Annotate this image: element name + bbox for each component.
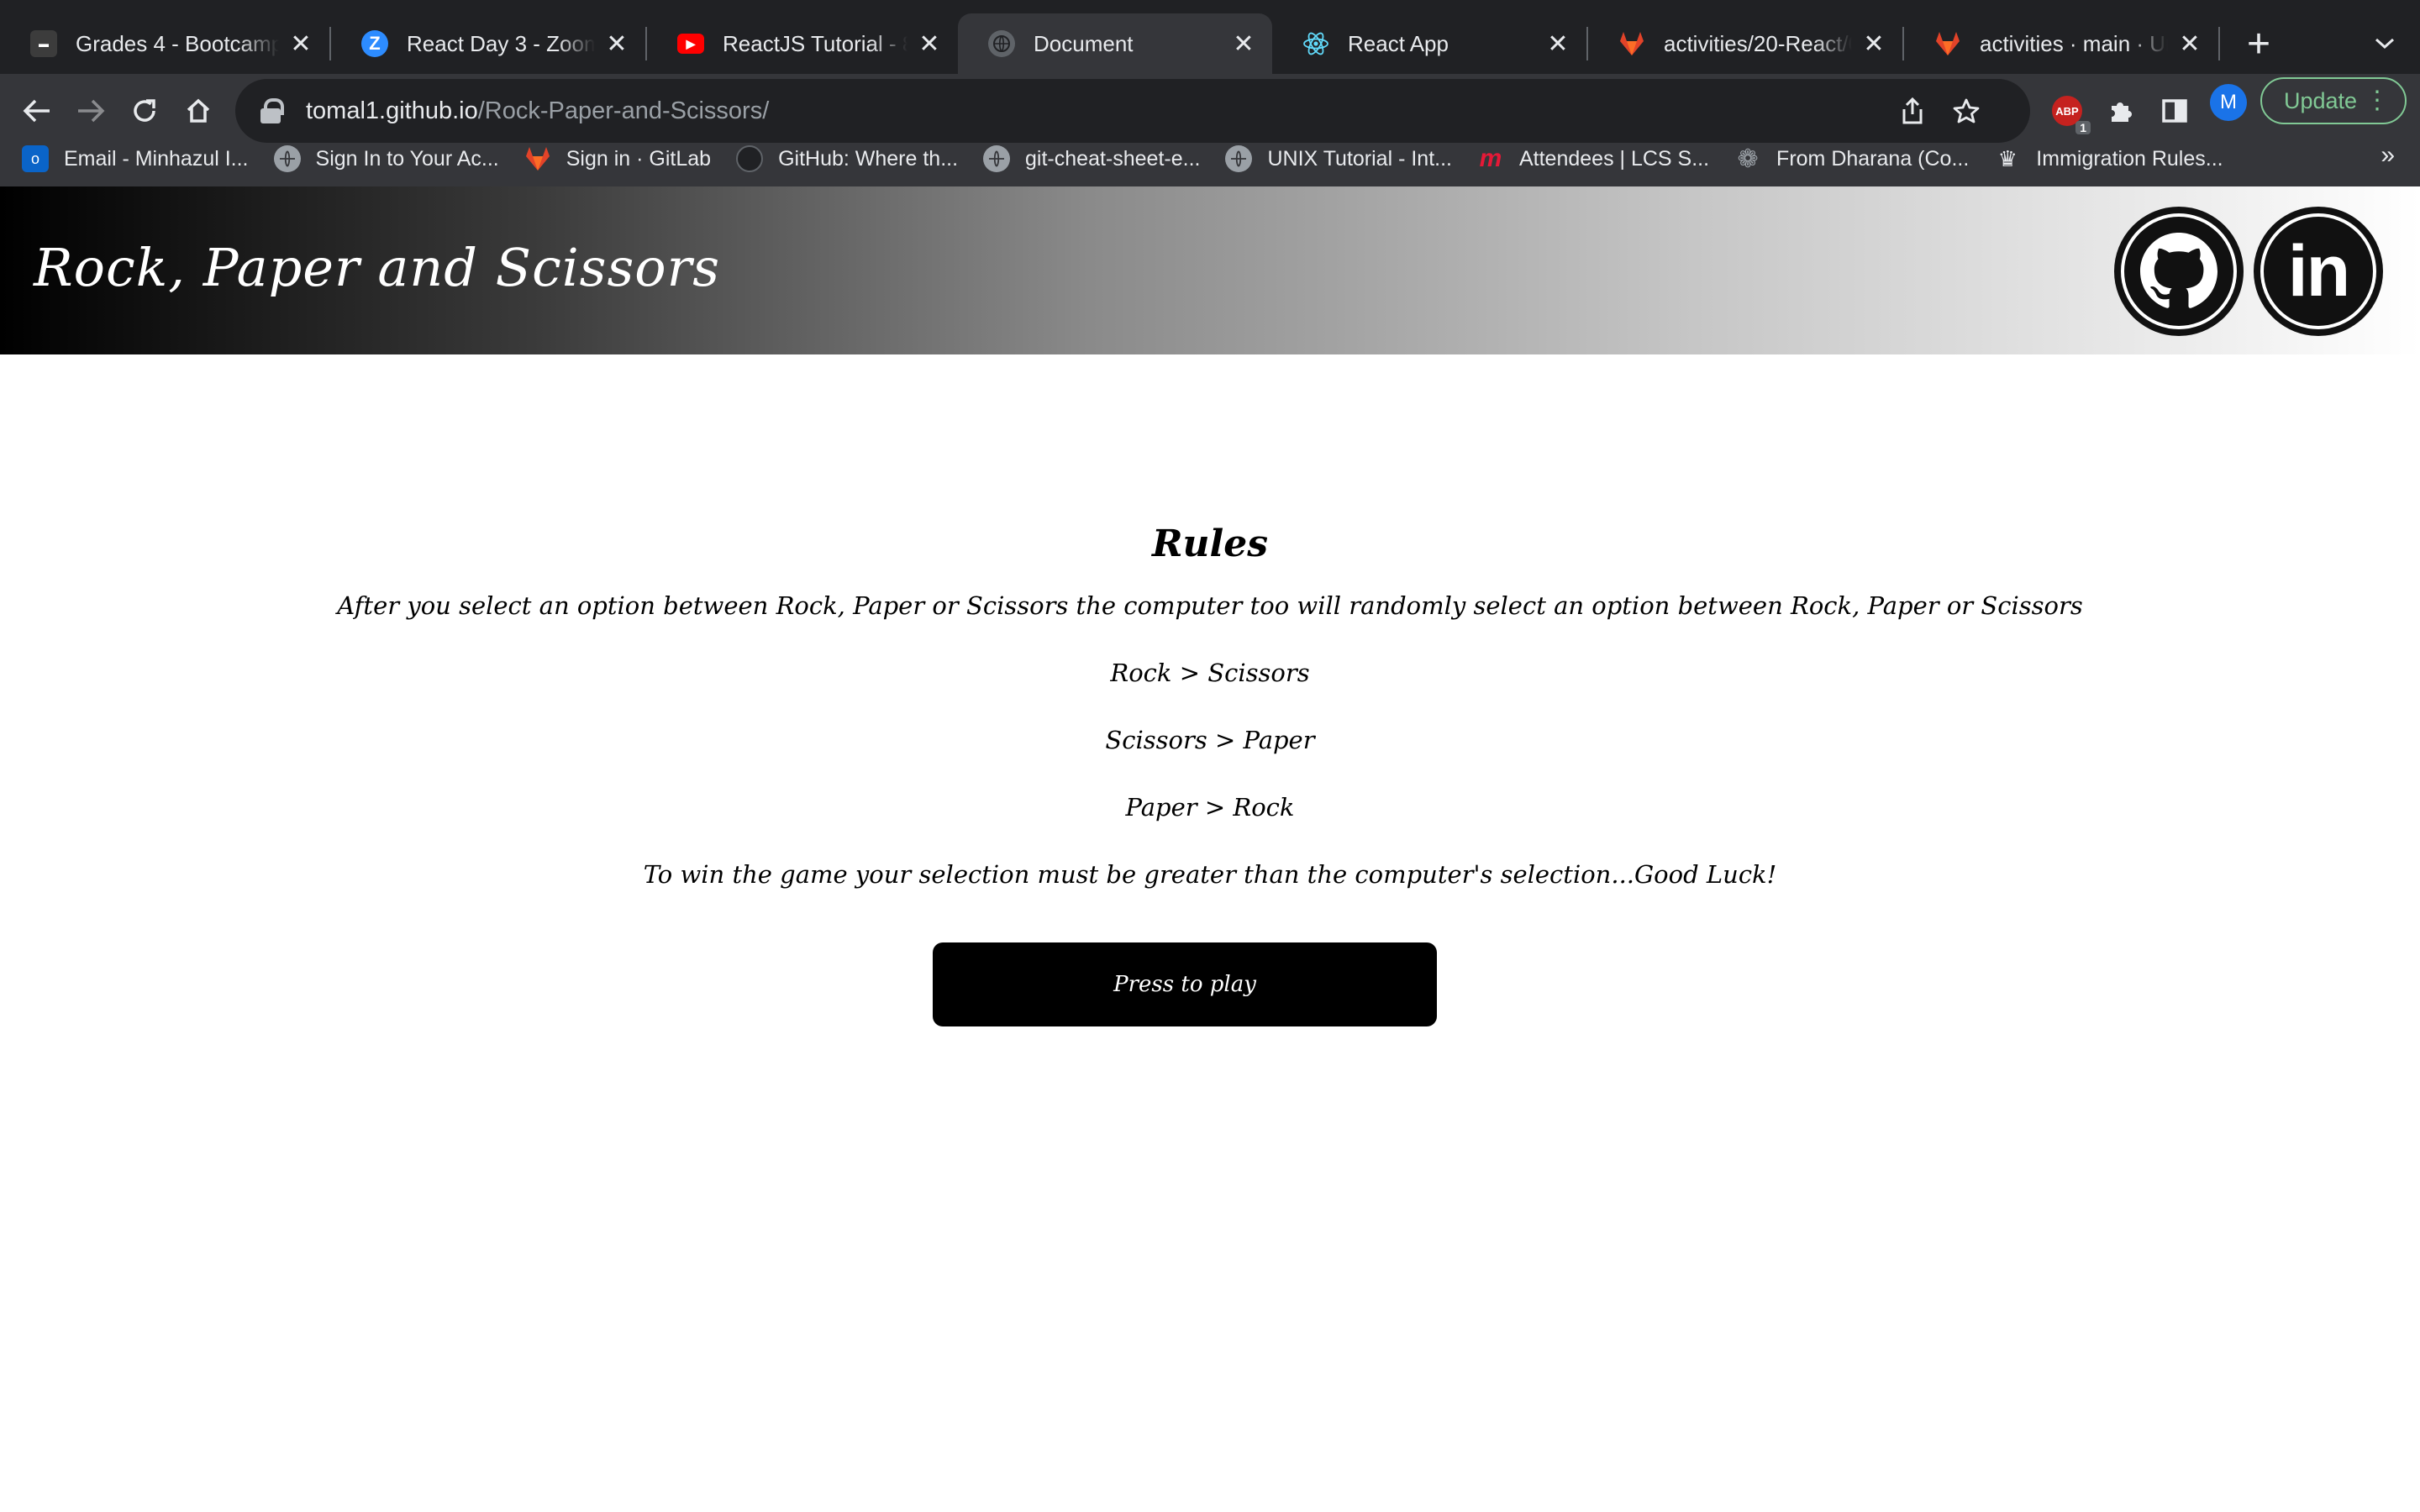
profile-avatar[interactable]: M xyxy=(2210,84,2247,121)
github-icon xyxy=(2140,233,2217,308)
tab-grades[interactable]: ▬ Grades 4 - Bootcamp ✕ xyxy=(0,13,329,74)
home-icon[interactable] xyxy=(173,86,224,136)
more-menu-icon[interactable]: ⋮ xyxy=(2365,86,2390,115)
tab-react-app[interactable]: React App ✕ xyxy=(1272,13,1586,74)
flower-icon: ❁ xyxy=(1737,144,1759,173)
lock-icon[interactable] xyxy=(260,98,284,123)
bookmark-item[interactable]: GitHub: Where th... xyxy=(736,145,958,172)
bookmarks-bar: o Email - Minhazul I... Sign In to Your … xyxy=(0,129,2420,188)
bookmark-item[interactable]: ♛ Immigration Rules... xyxy=(1994,145,2223,172)
forward-icon[interactable] xyxy=(66,86,116,136)
tab-separator xyxy=(2218,27,2220,60)
bookmarks-overflow-icon[interactable]: » xyxy=(2381,141,2395,170)
bookmark-star-icon[interactable] xyxy=(1941,86,1991,136)
rule-paper-rock: Paper > Rock xyxy=(1125,793,1295,822)
url-text[interactable]: tomal1.github.io/Rock-Paper-and-Scissors… xyxy=(306,97,769,125)
tab-strip: ▬ Grades 4 - Bootcamp ✕ Z React Day 3 - … xyxy=(0,0,2420,74)
adblock-extension-icon[interactable]: ABP 1 xyxy=(2044,87,2091,134)
rule-rock-scissors: Rock > Scissors xyxy=(1110,659,1310,687)
github-icon xyxy=(736,145,764,172)
rules-heading: Rules xyxy=(1151,522,1269,565)
close-icon[interactable]: ✕ xyxy=(603,30,630,58)
tab-gitlab-activities-2[interactable]: activities · main · Univ ✕ xyxy=(1904,13,2218,74)
close-icon[interactable]: ✕ xyxy=(1544,30,1571,58)
linkedin-icon: in xyxy=(2287,231,2350,312)
youtube-favicon: ▶ xyxy=(677,34,704,54)
side-panel-icon[interactable] xyxy=(2151,87,2198,134)
reload-icon[interactable] xyxy=(119,86,170,136)
page-content: Rock, Paper and Scissors in Rules After … xyxy=(0,186,2420,1512)
bookmark-item[interactable]: ❁ From Dharana (Co... xyxy=(1734,144,1969,173)
bookmark-item[interactable]: m Attendees | LCS S... xyxy=(1477,144,1709,172)
crown-icon: ♛ xyxy=(1997,145,2018,171)
linkedin-link[interactable]: in xyxy=(2254,207,2383,336)
rule-scissors-paper: Scissors > Paper xyxy=(1105,726,1315,754)
header-banner: Rock, Paper and Scissors in xyxy=(0,186,2420,354)
tab-search-chevron-icon[interactable] xyxy=(2361,20,2408,67)
back-icon[interactable] xyxy=(12,86,62,136)
gitlab-favicon xyxy=(1618,30,1645,57)
meetup-icon: m xyxy=(1479,144,1502,172)
react-favicon xyxy=(1302,30,1329,57)
grades-favicon: ▬ xyxy=(30,30,57,57)
bookmark-item[interactable]: Sign In to Your Ac... xyxy=(273,145,499,172)
play-button[interactable]: Press to play xyxy=(933,942,1437,1026)
github-link[interactable] xyxy=(2114,207,2244,336)
globe-icon xyxy=(273,145,301,172)
close-icon[interactable]: ✕ xyxy=(916,30,943,58)
new-tab-icon[interactable]: + xyxy=(2235,20,2282,67)
rule-description: After you select an option between Rock,… xyxy=(337,591,2083,620)
update-button[interactable]: Update ⋮ xyxy=(2260,77,2407,124)
bookmark-item[interactable]: Sign in · GitLab xyxy=(524,145,711,172)
browser-toolbar: tomal1.github.io/Rock-Paper-and-Scissors… xyxy=(0,74,2420,202)
tab-zoom[interactable]: Z React Day 3 - Zoom ✕ xyxy=(331,13,645,74)
outlook-icon: o xyxy=(22,145,49,172)
globe-icon xyxy=(983,145,1011,172)
rule-win-condition: To win the game your selection must be g… xyxy=(643,860,1777,889)
close-icon[interactable]: ✕ xyxy=(1860,30,1887,58)
globe-icon xyxy=(1225,145,1253,172)
globe-favicon xyxy=(988,30,1015,57)
gitlab-favicon xyxy=(1934,30,1961,57)
close-icon[interactable]: ✕ xyxy=(1230,30,1257,58)
close-icon[interactable]: ✕ xyxy=(2176,30,2203,58)
gitlab-icon xyxy=(524,145,551,172)
zoom-favicon: Z xyxy=(361,30,388,57)
bookmark-item[interactable]: o Email - Minhazul I... xyxy=(22,145,249,172)
close-icon[interactable]: ✕ xyxy=(287,30,314,58)
bookmark-item[interactable]: UNIX Tutorial - Int... xyxy=(1225,145,1452,172)
tab-document[interactable]: Document ✕ xyxy=(958,13,1272,74)
page-title: Rock, Paper and Scissors xyxy=(34,237,721,298)
extensions-puzzle-icon[interactable] xyxy=(2097,87,2144,134)
bookmark-item[interactable]: git-cheat-sheet-e... xyxy=(983,145,1200,172)
share-icon[interactable] xyxy=(1887,86,1938,136)
tab-youtube[interactable]: ▶ ReactJS Tutorial - 8 - ✕ xyxy=(647,13,958,74)
tab-gitlab-activities-1[interactable]: activities/20-React/02 ✕ xyxy=(1588,13,1902,74)
